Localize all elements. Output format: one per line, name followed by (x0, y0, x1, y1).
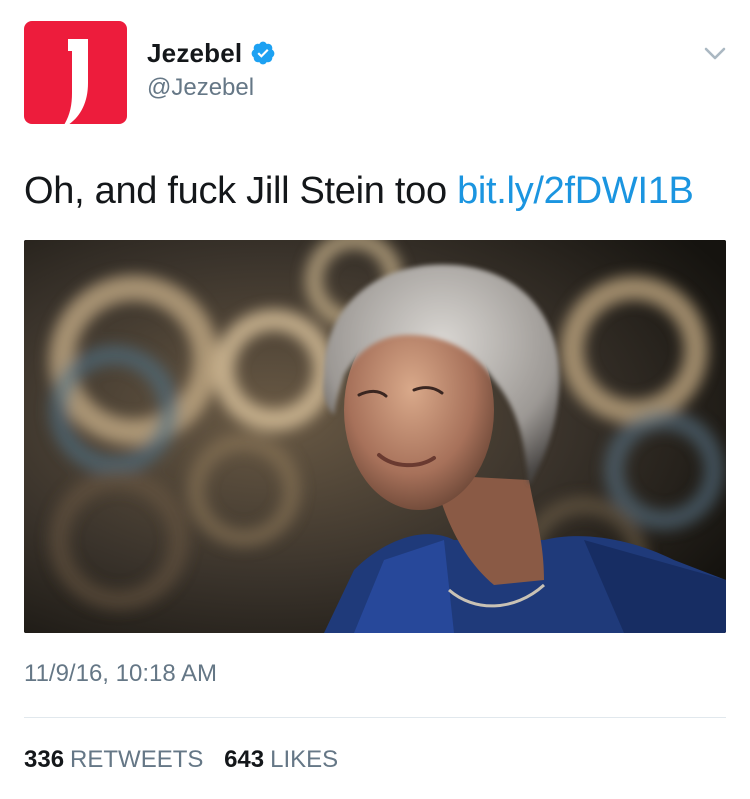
divider (24, 717, 726, 718)
tweet-link[interactable]: bit.ly/2fDWI1B (457, 170, 694, 212)
chevron-down-icon[interactable] (703, 44, 727, 64)
timestamp[interactable]: 11/9/16, 10:18 AM (24, 660, 217, 688)
likes-stat[interactable]: 643 LIKES (224, 746, 338, 774)
engagement-stats: 336 RETWEETS 643 LIKES (24, 746, 352, 774)
likes-count: 643 (224, 746, 265, 773)
tweet-text: Oh, and fuck Jill Stein too bit.ly/2fDWI… (24, 166, 694, 216)
handle[interactable]: @Jezebel (147, 74, 254, 102)
display-name[interactable]: Jezebel (147, 38, 242, 69)
avatar[interactable] (24, 21, 127, 124)
name-row: Jezebel (147, 36, 276, 70)
jezebel-logo-icon (64, 39, 88, 124)
verified-badge-icon (251, 41, 275, 65)
retweets-stat[interactable]: 336 RETWEETS (24, 746, 203, 774)
tweet-photo[interactable] (24, 240, 726, 633)
retweets-count: 336 (24, 746, 65, 773)
photo-image (24, 240, 726, 633)
retweets-label: RETWEETS (70, 746, 204, 773)
tweet-body: Oh, and fuck Jill Stein too (24, 170, 458, 212)
likes-label: LIKES (270, 746, 339, 773)
